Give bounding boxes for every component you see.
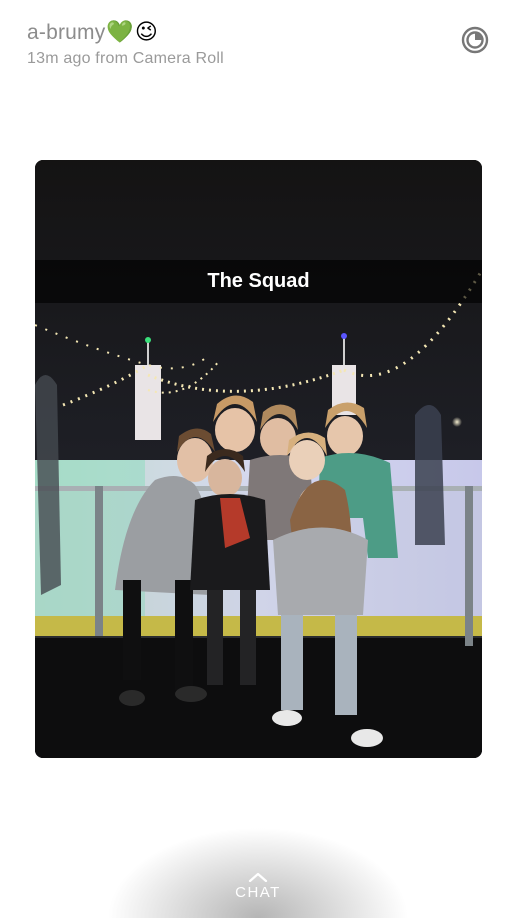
snap-viewer-screen: a-brumy 💚 😉 13m ago from Camera Roll The… [0,0,516,918]
sender-username[interactable]: a-brumy [27,21,105,45]
snap-timestamp-source: 13m ago from Camera Roll [27,50,224,67]
username-row: a-brumy 💚 😉 [27,18,224,48]
snap-caption-bar: The Squad [35,260,482,303]
winking-face-emoji-icon: 😉 [134,20,158,45]
snap-header: a-brumy 💚 😉 13m ago from Camera Roll [27,18,224,68]
chat-button[interactable]: CHAT [228,872,288,912]
snap-caption-text: The Squad [207,270,310,292]
chat-label: CHAT [235,884,281,901]
stories-ring-icon[interactable] [461,26,489,54]
chevron-up-icon [248,872,268,882]
green-heart-emoji-icon: 💚 [106,20,134,45]
rink-scene-illustration [35,160,482,758]
snap-photo[interactable]: The Squad [35,160,482,758]
